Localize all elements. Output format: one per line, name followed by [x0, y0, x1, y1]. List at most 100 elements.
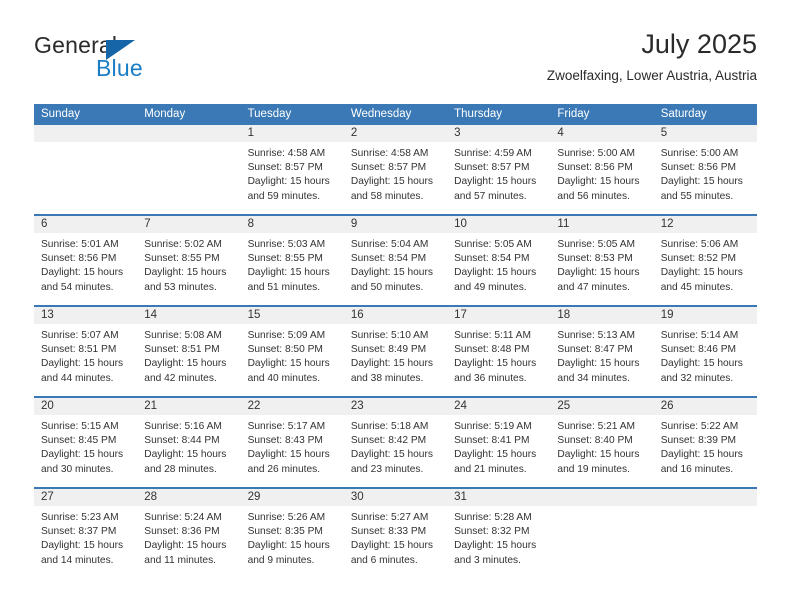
daylight-text: Daylight: 15 hours: [350, 176, 433, 188]
sunrise-text: Sunrise: 5:13 AM: [557, 330, 635, 341]
day-cell[interactable]: 25 Sunrise: 5:21 AM Sunset: 8:40 PM Dayligh…: [550, 398, 654, 487]
sunrise-text: Sunrise: 5:19 AM: [454, 421, 532, 432]
day-sun-info: Sunrise: 4:58 AM Sunset: 8:57 PM Daylight:…: [344, 142, 447, 204]
sunset-text: Sunset: 8:54 PM: [350, 253, 427, 265]
day-cell[interactable]: 26 Sunrise: 5:22 AM Sunset: 8:39 PM Dayligh…: [653, 398, 757, 487]
day-sun-info: Sunrise: 5:05 AM Sunset: 8:53 PM Daylight:…: [550, 233, 653, 295]
sunrise-text: Sunrise: 4:58 AM: [247, 148, 326, 159]
sunrise-text: Sunrise: 5:08 AM: [144, 330, 222, 341]
sunrise-text: Sunrise: 4:58 AM: [350, 148, 429, 159]
day-sun-info: Sunrise: 5:21 AM Sunset: 8:40 PM Daylight:…: [550, 415, 653, 477]
calendar-week-row: 27 Sunrise: 5:23 AM Sunset: 8:37 PM Dayligh…: [34, 487, 757, 578]
calendar-week-row: 1 Sunrise: 4:58 AM Sunset: 8:57 PM Daylight…: [34, 125, 757, 214]
day-cell[interactable]: 2 Sunrise: 4:58 AM Sunset: 8:57 PM Daylight…: [343, 125, 448, 214]
calendar-week-row: 6 Sunrise: 5:01 AM Sunset: 8:56 PM Daylight…: [34, 214, 757, 305]
day-cell[interactable]: 1 Sunrise: 4:58 AM Sunset: 8:57 PM Daylight…: [240, 125, 344, 214]
sunrise-text: Sunrise: 5:27 AM: [350, 512, 429, 523]
day-cell[interactable]: 18 Sunrise: 5:13 AM Sunset: 8:47 PM Dayligh…: [550, 307, 654, 396]
daylight-text: and 57 minutes.: [454, 190, 527, 202]
day-cell[interactable]: 10 Sunrise: 5:05 AM Sunset: 8:54 PM Dayligh…: [447, 216, 551, 305]
daylight-text: Daylight: 15 hours: [247, 540, 330, 552]
day-cell-empty: [653, 489, 757, 578]
day-cell[interactable]: 27 Sunrise: 5:23 AM Sunset: 8:37 PM Dayligh…: [34, 489, 138, 578]
daylight-text: and 47 minutes.: [557, 281, 630, 293]
day-cell[interactable]: 20 Sunrise: 5:15 AM Sunset: 8:45 PM Dayligh…: [34, 398, 138, 487]
day-sun-info: Sunrise: 5:22 AM Sunset: 8:39 PM Daylight:…: [654, 415, 757, 477]
day-number: [137, 125, 241, 142]
day-cell[interactable]: 31 Sunrise: 5:28 AM Sunset: 8:32 PM Dayligh…: [447, 489, 551, 578]
day-cell[interactable]: 6 Sunrise: 5:01 AM Sunset: 8:56 PM Daylight…: [34, 216, 138, 305]
daylight-text: Daylight: 15 hours: [660, 449, 743, 461]
day-cell[interactable]: 23 Sunrise: 5:18 AM Sunset: 8:42 PM Dayligh…: [343, 398, 448, 487]
day-number: 20: [34, 398, 138, 415]
day-cell[interactable]: 19 Sunrise: 5:14 AM Sunset: 8:46 PM Dayligh…: [653, 307, 757, 396]
day-cell[interactable]: 5 Sunrise: 5:00 AM Sunset: 8:56 PM Daylight…: [653, 125, 757, 214]
sunset-text: Sunset: 8:40 PM: [557, 435, 633, 447]
day-number: 29: [240, 489, 344, 506]
sunrise-text: Sunrise: 5:06 AM: [660, 239, 739, 250]
sunset-text: Sunset: 8:56 PM: [41, 253, 117, 265]
daylight-text: Daylight: 15 hours: [454, 267, 537, 279]
day-cell[interactable]: 16 Sunrise: 5:10 AM Sunset: 8:49 PM Dayligh…: [343, 307, 448, 396]
daylight-text: and 40 minutes.: [247, 372, 321, 384]
day-number: 19: [653, 307, 757, 324]
day-cell[interactable]: 21 Sunrise: 5:16 AM Sunset: 8:44 PM Dayligh…: [137, 398, 241, 487]
day-sun-info: Sunrise: 5:05 AM Sunset: 8:54 PM Daylight:…: [447, 233, 550, 295]
weekday-header-row: Sunday Monday Tuesday Wednesday Thursday Frid…: [34, 104, 757, 125]
day-cell[interactable]: 29 Sunrise: 5:26 AM Sunset: 8:35 PM Dayligh…: [240, 489, 344, 578]
daylight-text: and 14 minutes.: [41, 554, 114, 566]
daylight-text: Daylight: 15 hours: [350, 358, 433, 370]
daylight-text: Daylight: 15 hours: [660, 176, 743, 188]
daylight-text: Daylight: 15 hours: [454, 176, 537, 188]
day-sun-info: Sunrise: 5:11 AM Sunset: 8:48 PM Daylight:…: [447, 324, 550, 386]
sunrise-text: Sunrise: 4:59 AM: [454, 148, 532, 159]
day-cell[interactable]: 11 Sunrise: 5:05 AM Sunset: 8:53 PM Dayligh…: [550, 216, 654, 305]
day-cell[interactable]: 24 Sunrise: 5:19 AM Sunset: 8:41 PM Dayligh…: [447, 398, 551, 487]
day-number: 30: [343, 489, 448, 506]
day-cell-empty: [34, 125, 138, 214]
day-number: [550, 489, 654, 506]
sunrise-text: Sunrise: 5:04 AM: [350, 239, 429, 250]
day-number: 6: [34, 216, 138, 233]
sunrise-text: Sunrise: 5:02 AM: [144, 239, 222, 250]
day-sun-info: Sunrise: 5:18 AM Sunset: 8:42 PM Daylight:…: [344, 415, 447, 477]
day-cell[interactable]: 12 Sunrise: 5:06 AM Sunset: 8:52 PM Dayligh…: [653, 216, 757, 305]
day-cell[interactable]: 17 Sunrise: 5:11 AM Sunset: 8:48 PM Dayligh…: [447, 307, 551, 396]
day-cell[interactable]: 13 Sunrise: 5:07 AM Sunset: 8:51 PM Dayligh…: [34, 307, 138, 396]
daylight-text: Daylight: 15 hours: [144, 540, 227, 552]
weekday-header-thursday: Thursday: [454, 108, 503, 120]
day-cell[interactable]: 28 Sunrise: 5:24 AM Sunset: 8:36 PM Dayligh…: [137, 489, 241, 578]
day-sun-info: Sunrise: 5:28 AM Sunset: 8:32 PM Daylight:…: [447, 506, 550, 568]
daylight-text: and 55 minutes.: [660, 190, 734, 202]
sunrise-text: Sunrise: 5:16 AM: [144, 421, 222, 432]
day-number: 23: [343, 398, 448, 415]
day-sun-info: Sunrise: 4:58 AM Sunset: 8:57 PM Daylight:…: [241, 142, 344, 204]
day-cell[interactable]: 4 Sunrise: 5:00 AM Sunset: 8:56 PM Daylight…: [550, 125, 654, 214]
day-number: 3: [447, 125, 551, 142]
day-cell[interactable]: 22 Sunrise: 5:17 AM Sunset: 8:43 PM Dayligh…: [240, 398, 344, 487]
sunrise-text: Sunrise: 5:18 AM: [350, 421, 429, 432]
day-cell[interactable]: 30 Sunrise: 5:27 AM Sunset: 8:33 PM Dayligh…: [343, 489, 448, 578]
day-number: 31: [447, 489, 551, 506]
day-number: 26: [653, 398, 757, 415]
day-cell[interactable]: 15 Sunrise: 5:09 AM Sunset: 8:50 PM Dayligh…: [240, 307, 344, 396]
day-cell[interactable]: 14 Sunrise: 5:08 AM Sunset: 8:51 PM Dayligh…: [137, 307, 241, 396]
daylight-text: Daylight: 15 hours: [144, 358, 227, 370]
sunset-text: Sunset: 8:51 PM: [144, 344, 220, 356]
day-number: 8: [240, 216, 344, 233]
day-number: 22: [240, 398, 344, 415]
sunrise-text: Sunrise: 5:24 AM: [144, 512, 222, 523]
day-cell[interactable]: 3 Sunrise: 4:59 AM Sunset: 8:57 PM Daylight…: [447, 125, 551, 214]
day-sun-info: Sunrise: 5:04 AM Sunset: 8:54 PM Daylight:…: [344, 233, 447, 295]
daylight-text: and 50 minutes.: [350, 281, 424, 293]
day-number: 13: [34, 307, 138, 324]
sunset-text: Sunset: 8:54 PM: [454, 253, 530, 265]
sunrise-text: Sunrise: 5:00 AM: [557, 148, 635, 159]
day-cell[interactable]: 8 Sunrise: 5:03 AM Sunset: 8:55 PM Daylight…: [240, 216, 344, 305]
sunset-text: Sunset: 8:49 PM: [350, 344, 427, 356]
day-number: 2: [343, 125, 448, 142]
day-cell[interactable]: 7 Sunrise: 5:02 AM Sunset: 8:55 PM Daylight…: [137, 216, 241, 305]
calendar-table: Sunday Monday Tuesday Wednesday Thursday Frid…: [34, 104, 757, 578]
day-cell[interactable]: 9 Sunrise: 5:04 AM Sunset: 8:54 PM Daylight…: [343, 216, 448, 305]
sunrise-text: Sunrise: 5:17 AM: [247, 421, 326, 432]
